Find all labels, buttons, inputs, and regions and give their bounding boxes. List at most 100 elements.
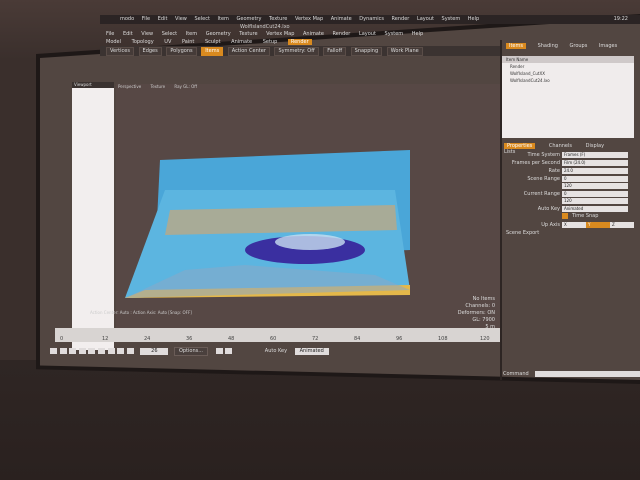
symmetry-button[interactable]: Symmetry: Off — [274, 47, 319, 56]
scene-range-end-field[interactable]: 120 — [562, 183, 628, 189]
options-button[interactable]: Options... — [173, 347, 208, 356]
menu-select[interactable]: Select — [162, 31, 177, 37]
tab-channels[interactable]: Channels — [549, 143, 572, 149]
app-menu[interactable]: modo — [120, 16, 134, 22]
next-frame-button[interactable] — [97, 347, 105, 354]
item-list-header: Item Name — [502, 56, 634, 63]
menu-help[interactable]: Help — [412, 31, 423, 37]
current-range-end-field[interactable]: 120 — [562, 198, 628, 204]
menu-animate[interactable]: Animate — [303, 31, 324, 37]
last-frame-button[interactable] — [117, 347, 125, 354]
sys-menu-animate[interactable]: Animate — [331, 16, 352, 22]
menu-system[interactable]: System — [385, 31, 404, 37]
scene-export-section[interactable]: Scene Export — [506, 230, 539, 236]
work-plane-button[interactable]: Work Plane — [386, 47, 423, 56]
sys-menu-select[interactable]: Select — [194, 16, 209, 22]
tab-shading[interactable]: Shading — [538, 43, 558, 49]
list-item[interactable]: WolfIslandCut24.lxo — [502, 77, 634, 84]
scene-range-start-field[interactable]: 0 — [562, 176, 628, 182]
time-system-dropdown[interactable]: Frames (F) — [562, 152, 628, 158]
action-center-button[interactable]: Action Center — [227, 47, 270, 56]
viewport-caption: Action Center: Auto : Action Axis: Auto … — [90, 310, 192, 315]
tab-groups[interactable]: Groups — [570, 43, 588, 49]
play-button[interactable] — [88, 347, 96, 354]
viewport-tab-raygl[interactable]: Ray GL: Off — [174, 84, 197, 89]
prop-label: Auto Key — [537, 206, 560, 212]
up-axis-x[interactable]: X — [562, 222, 586, 228]
tick-label: 108 — [438, 336, 448, 342]
tick-label: 36 — [186, 336, 193, 342]
menu-item[interactable]: Item — [186, 31, 197, 37]
sys-menu-item[interactable]: Item — [218, 16, 229, 22]
sys-menu-file[interactable]: File — [142, 16, 150, 22]
up-axis-y[interactable]: Y — [586, 222, 610, 228]
tick-label: 12 — [102, 336, 109, 342]
auto-key-dropdown[interactable]: Animated — [294, 348, 329, 355]
menu-vmap[interactable]: Vertex Map — [266, 31, 294, 37]
tab-render[interactable]: Render — [287, 39, 312, 45]
snapping-button[interactable]: Snapping — [350, 47, 383, 56]
tab-images[interactable]: Images — [599, 43, 617, 49]
sys-menu-geometry[interactable]: Geometry — [237, 16, 262, 22]
sys-menu-edit[interactable]: Edit — [158, 16, 168, 22]
viewport-tab-perspective[interactable]: Perspective — [118, 84, 141, 89]
tab-animate[interactable]: Animate — [231, 39, 252, 45]
sys-menu-texture[interactable]: Texture — [269, 16, 287, 22]
current-range-start-field[interactable]: 0 — [562, 191, 628, 197]
fps-dropdown[interactable]: Film (24.0) — [562, 160, 628, 166]
main-toolbar: Vertices Edges Polygons Items Action Cen… — [100, 46, 500, 56]
menu-view[interactable]: View — [141, 31, 153, 37]
tab-topology[interactable]: Topology — [132, 39, 154, 45]
list-item[interactable]: WolfIsland_CutXX — [502, 70, 634, 77]
sys-menu-vmap[interactable]: Vertex Map — [295, 16, 323, 22]
prev-key-button[interactable] — [59, 347, 67, 354]
viewport-tab-texture[interactable]: Texture — [150, 84, 165, 89]
sys-menu-layout[interactable]: Layout — [417, 16, 434, 22]
viewport-tabs: Perspective Texture Ray GL: Off — [118, 84, 205, 89]
sys-menu-render[interactable]: Render — [392, 16, 410, 22]
menu-file[interactable]: File — [106, 31, 114, 37]
first-frame-button[interactable] — [50, 347, 57, 354]
next-key-button[interactable] — [107, 347, 115, 354]
prop-label: Scene Range — [527, 176, 560, 182]
up-axis-z[interactable]: Z — [610, 222, 634, 228]
viewport-info: No Items Channels: 0 Deformers: ON GL: 7… — [440, 296, 495, 331]
tick-label: 120 — [480, 336, 490, 342]
menu-texture[interactable]: Texture — [239, 31, 257, 37]
key-delete-icon[interactable] — [225, 347, 233, 354]
edges-button[interactable]: Edges — [138, 47, 162, 56]
menu-render[interactable]: Render — [333, 31, 351, 37]
terrain-mesh[interactable] — [125, 150, 415, 300]
rate-field[interactable]: 24.0 — [562, 168, 628, 174]
play-back-button[interactable] — [78, 347, 86, 354]
vertices-button[interactable]: Vertices — [106, 47, 134, 56]
falloff-button[interactable]: Falloff — [323, 47, 347, 56]
sys-menu-help[interactable]: Help — [468, 16, 479, 22]
tab-sculpt[interactable]: Sculpt — [205, 39, 221, 45]
loop-button[interactable] — [126, 347, 134, 354]
polygons-button[interactable]: Polygons — [166, 47, 197, 56]
items-button[interactable]: Items — [201, 47, 224, 56]
tick-label: 0 — [60, 336, 64, 342]
sys-menu-view[interactable]: View — [175, 16, 187, 22]
menu-layout[interactable]: Layout — [359, 31, 376, 37]
list-item[interactable]: Render — [502, 63, 634, 70]
tab-paint[interactable]: Paint — [182, 39, 194, 45]
prev-frame-button[interactable] — [69, 347, 77, 354]
key-icon[interactable] — [215, 347, 223, 354]
sys-menu-system[interactable]: System — [442, 16, 461, 22]
tab-model[interactable]: Model — [106, 39, 121, 45]
tab-setup[interactable]: Setup — [263, 39, 278, 45]
menu-edit[interactable]: Edit — [123, 31, 133, 37]
command-input[interactable] — [535, 371, 640, 377]
sys-menu-dynamics[interactable]: Dynamics — [359, 16, 384, 22]
timeline-ruler[interactable] — [55, 328, 500, 342]
tick-label: 60 — [270, 336, 277, 342]
current-frame-field[interactable]: 26 — [140, 348, 169, 355]
auto-key-prop-dropdown[interactable]: Animated — [562, 206, 628, 212]
tab-display[interactable]: Display — [586, 143, 604, 149]
time-snap-checkbox[interactable] — [562, 213, 568, 220]
menu-geometry[interactable]: Geometry — [206, 31, 231, 37]
tab-uv[interactable]: UV — [164, 39, 171, 45]
tab-items[interactable]: Items — [506, 43, 526, 49]
